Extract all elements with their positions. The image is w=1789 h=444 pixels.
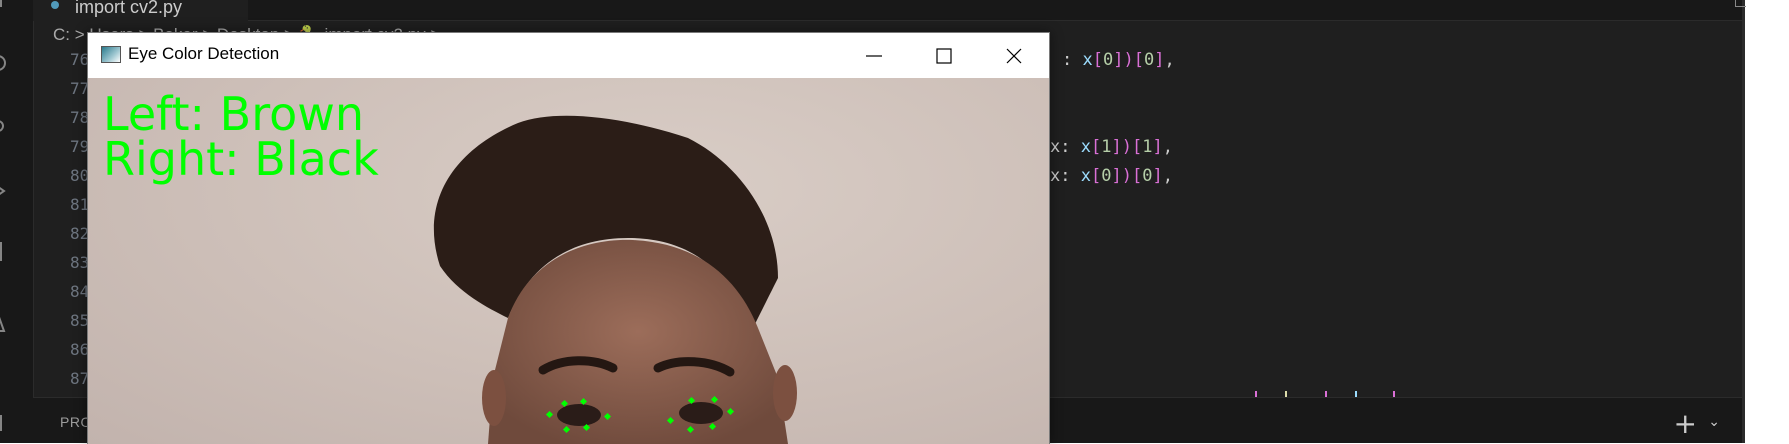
- code-line: : x[0])[0],: [1062, 50, 1175, 70]
- person-eye: [557, 404, 601, 426]
- person-eye: [679, 402, 723, 424]
- webcam-frame: Left: Brown Right: Black: [103, 87, 797, 444]
- webcam-feed: Left: Brown Right: Black: [88, 78, 1049, 444]
- code-line: x: x[1])[1],: [1050, 137, 1173, 157]
- close-button[interactable]: [979, 33, 1049, 78]
- source-control-icon[interactable]: [0, 118, 12, 140]
- tab-label: import cv2.py: [75, 0, 183, 17]
- window-title: Eye Color Detection: [128, 44, 280, 63]
- testing-icon[interactable]: [0, 313, 12, 335]
- window-corner-icon: [1735, 0, 1746, 7]
- maximize-button[interactable]: [909, 33, 979, 78]
- minimize-button[interactable]: [839, 33, 909, 78]
- python-file-icon: [51, 1, 59, 9]
- person-ear: [773, 365, 797, 421]
- explorer-icon[interactable]: [0, 0, 12, 12]
- maximize-icon: [936, 48, 952, 64]
- close-icon: [1006, 48, 1022, 64]
- screen-edge: [1745, 0, 1789, 443]
- remote-icon[interactable]: [0, 412, 12, 434]
- person-ear: [482, 370, 506, 426]
- chevron-down-icon[interactable]: ⌄: [1708, 414, 1720, 430]
- activity-bar: [0, 0, 34, 443]
- extensions-icon[interactable]: [0, 240, 12, 262]
- app-icon: [101, 46, 121, 63]
- run-debug-icon[interactable]: [0, 180, 12, 202]
- editor-tab[interactable]: import cv2.py: [33, 0, 248, 21]
- eye-color-window[interactable]: Eye Color Detection Left: Brown Right: B…: [87, 32, 1050, 444]
- window-titlebar[interactable]: Eye Color Detection: [88, 33, 1049, 78]
- right-eye-result: Right: Black: [103, 132, 379, 186]
- code-line: x: x[0])[0],: [1050, 166, 1173, 186]
- search-icon[interactable]: [0, 52, 12, 74]
- editor-tab-bar: import cv2.py: [33, 0, 1745, 21]
- new-terminal-button[interactable]: +: [1674, 410, 1697, 438]
- minimize-icon: [866, 55, 882, 57]
